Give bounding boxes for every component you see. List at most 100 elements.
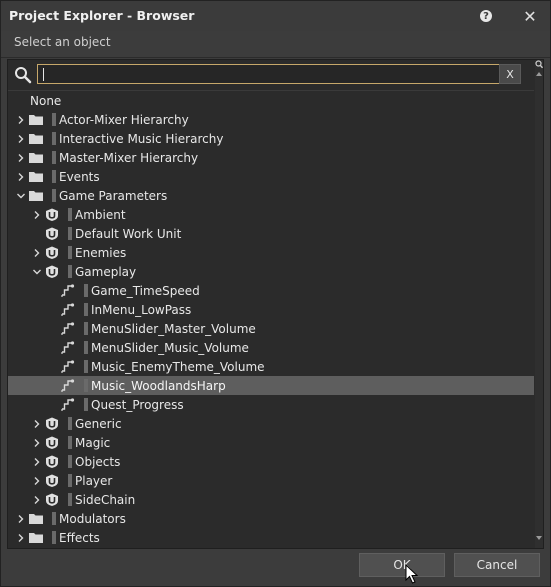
work-unit-marker [52,151,56,164]
window-title: Project Explorer - Browser [9,8,195,23]
tree-item-sidechain[interactable]: SideChain [8,490,534,509]
cancel-button[interactable]: Cancel [454,553,540,577]
chevron-right-icon[interactable] [31,209,43,221]
chevron-right-icon[interactable] [31,247,43,259]
chevron-right-icon[interactable] [31,418,43,430]
title-bar: Project Explorer - Browser ? ✕ [1,1,550,31]
work-unit-marker [68,227,72,240]
work-unit-marker [52,531,56,544]
tree-item-actor-mixer-hierarchy[interactable]: Actor-Mixer Hierarchy [8,110,534,129]
work-unit-marker [84,398,88,411]
tree-item-gameplay[interactable]: Gameplay [8,262,534,281]
tree-item-label: MenuSlider_Music_Volume [91,341,249,355]
work-unit-icon [44,264,60,279]
vertical-scrollbar[interactable] [535,60,543,548]
tree-item-menuslider-master-volume[interactable]: MenuSlider_Master_Volume [8,319,534,338]
tree-item-label: None [30,94,62,108]
chevron-right-icon[interactable] [31,456,43,468]
object-browser-panel: X None Actor-Mixer Hierarchy Interactive … [7,59,544,549]
work-unit-marker [52,132,56,145]
project-explorer-browser-dialog: Project Explorer - Browser ? ✕ Select an… [0,0,551,587]
tree-item-menuslider-music-volume[interactable]: MenuSlider_Music_Volume [8,338,534,357]
help-icon: ? [480,10,492,22]
chevron-right-icon[interactable] [15,133,27,145]
scroll-up-arrow[interactable] [536,72,542,76]
tree-item-label: Quest_Progress [91,398,184,412]
work-unit-marker [68,493,72,506]
folder-icon [28,150,44,165]
folder-icon [28,511,44,526]
tree-item-label: Player [75,474,113,488]
game-parameter-icon [60,321,76,336]
work-unit-marker [52,113,56,126]
tree-item-label: Effects [59,531,100,545]
work-unit-marker [68,455,72,468]
chevron-right-icon[interactable] [15,171,27,183]
tree-item-game-timespeed[interactable]: Game_TimeSpeed [8,281,534,300]
tree-item-label: Magic [75,436,111,450]
header-divider [1,57,550,58]
tree-item-label: Music_WoodlandsHarp [91,379,226,393]
tree-item-game-parameters[interactable]: Game Parameters [8,186,534,205]
help-button[interactable]: ? [475,5,497,27]
tree-item-events[interactable]: Events [8,167,534,186]
clear-search-button[interactable]: X [499,64,521,84]
tree-item-music-enemytheme-volume[interactable]: Music_EnemyTheme_Volume [8,357,534,376]
chevron-down-icon[interactable] [15,190,27,202]
tree-item-label: Actor-Mixer Hierarchy [59,113,189,127]
tree-item-master-mixer-hierarchy[interactable]: Master-Mixer Hierarchy [8,148,534,167]
tree-item-quest-progress[interactable]: Quest_Progress [8,395,534,414]
chevron-right-icon[interactable] [15,152,27,164]
tree-item-label: Gameplay [75,265,137,279]
tree-item-ambient[interactable]: Ambient [8,205,534,224]
work-unit-marker [68,417,72,430]
tree-item-enemies[interactable]: Enemies [8,243,534,262]
tree-item-inmenu-lowpass[interactable]: InMenu_LowPass [8,300,534,319]
tree-item-label: Game Parameters [59,189,168,203]
work-unit-icon [44,416,60,431]
scroll-down-arrow[interactable] [536,536,542,540]
work-unit-marker [68,208,72,221]
ok-button[interactable]: OK [359,553,445,577]
chevron-right-icon[interactable] [15,114,27,126]
work-unit-marker [68,246,72,259]
tree-item-music-woodlandsharp[interactable]: Music_WoodlandsHarp [8,376,534,395]
tree-item-label: Ambient [75,208,126,222]
tree-item-interactive-music-hierarchy[interactable]: Interactive Music Hierarchy [8,129,534,148]
chevron-right-icon[interactable] [31,437,43,449]
tree-item-label: Generic [75,417,122,431]
tree-item-player[interactable]: Player [8,471,534,490]
folder-icon [28,530,44,545]
chevron-down-icon[interactable] [31,266,43,278]
tree-item-objects[interactable]: Objects [8,452,534,471]
tree-item-effects[interactable]: Effects [8,528,534,547]
zoom-icon [535,60,543,69]
game-parameter-icon [60,359,76,374]
chevron-right-icon[interactable] [31,494,43,506]
work-unit-marker [68,474,72,487]
work-unit-icon [44,207,60,222]
tree-item-label: Events [59,170,100,184]
work-unit-marker [84,303,88,316]
dialog-subtitle: Select an object [14,35,111,49]
chevron-right-icon[interactable] [31,475,43,487]
close-icon: ✕ [523,6,537,26]
search-input[interactable] [37,64,501,84]
chevron-right-icon[interactable] [15,513,27,525]
tree-item-label: Interactive Music Hierarchy [59,132,224,146]
tree-item-default-work-unit[interactable]: Default Work Unit [8,224,534,243]
work-unit-icon [44,492,60,507]
tree-item-magic[interactable]: Magic [8,433,534,452]
close-button[interactable]: ✕ [519,5,541,27]
tree-item-generic[interactable]: Generic [8,414,534,433]
tree-item-label: SideChain [75,493,136,507]
folder-icon [28,112,44,127]
tree-item-none[interactable]: None [8,91,534,110]
tree-item-label: Master-Mixer Hierarchy [59,151,199,165]
work-unit-marker [68,436,72,449]
work-unit-marker [68,265,72,278]
tree-item-modulators[interactable]: Modulators [8,509,534,528]
work-unit-marker [84,322,88,335]
tree-item-label: Enemies [75,246,127,260]
chevron-right-icon[interactable] [15,532,27,544]
